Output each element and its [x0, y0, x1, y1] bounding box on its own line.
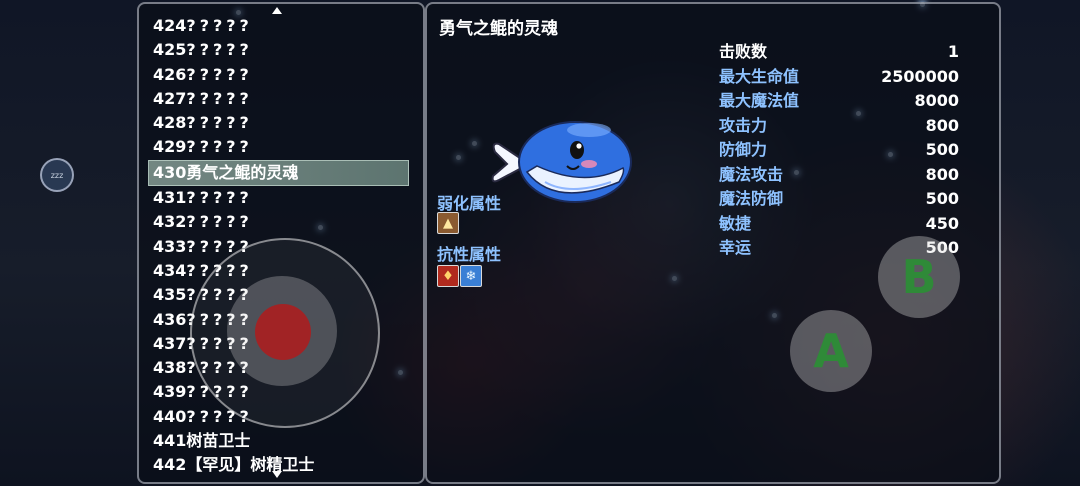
b-button-label: B [901, 250, 937, 304]
stat-value: 500 [925, 140, 959, 159]
entry-name: ????? [186, 113, 253, 133]
entry-number: 424 [153, 16, 187, 35]
weak-attribute-label: 弱化属性 [437, 194, 502, 213]
virtual-joystick-knob[interactable] [255, 304, 311, 360]
monster-entry[interactable]: 431????? [151, 186, 413, 210]
stat-label: 攻击力 [719, 115, 768, 135]
sleep-label: zzz [50, 170, 64, 180]
stat-value: 500 [925, 189, 959, 208]
stat-value: 1 [947, 42, 959, 61]
entry-name: ????? [186, 88, 253, 108]
fire-element-icon: ♦ [437, 265, 459, 287]
entry-number: 432 [153, 212, 187, 232]
entry-name: ????? [186, 137, 253, 157]
stat-label: 防御力 [719, 140, 768, 159]
entry-number: 437 [153, 333, 187, 353]
stat-row: 攻击力 800 [719, 114, 959, 139]
entry-name: ????? [186, 40, 253, 60]
monster-entry[interactable]: 432????? [151, 210, 413, 234]
entry-number: 434 [153, 260, 187, 280]
stat-row: 魔法防御 500 [719, 187, 959, 212]
monster-stats-table: 击败数 1 最大生命值 2500000 最大魔法值 8000 攻击力 800 防御力 500 魔法攻… [719, 40, 959, 261]
entry-number: 425 [153, 40, 187, 60]
monster-entry[interactable]: 425????? [151, 38, 413, 62]
entry-number: 441 [153, 431, 187, 451]
entry-number: 427 [153, 88, 187, 108]
stat-row: 魔法攻击 800 [719, 163, 959, 188]
stat-row: 最大魔法值 8000 [719, 89, 959, 114]
entry-number: 435 [153, 285, 187, 305]
stat-row: 击败数 1 [719, 40, 959, 65]
resist-attribute-label: 抗性属性 [437, 245, 502, 264]
stat-row: 敏捷 450 [719, 212, 959, 237]
a-button-label: A [813, 324, 849, 378]
entry-number: 426 [153, 64, 187, 84]
whale-monster-sprite [491, 121, 632, 203]
monster-entry[interactable]: 429????? [151, 135, 413, 159]
stat-value: 450 [925, 213, 959, 233]
entry-name: ????? [186, 212, 253, 232]
scroll-up-arrow-icon[interactable] [272, 7, 282, 14]
stat-label: 魔法攻击 [719, 164, 784, 184]
b-button[interactable]: B [878, 236, 960, 318]
a-button[interactable]: A [790, 310, 872, 392]
resist-attribute-icons: ♦ ❄ [437, 265, 482, 287]
stat-label: 击败数 [719, 42, 768, 61]
entry-name: ????? [186, 188, 253, 208]
ice-element-icon: ❄ [460, 265, 482, 287]
scroll-down-arrow-icon[interactable] [272, 471, 282, 478]
entry-number: 430 [153, 162, 187, 182]
entry-number: 433 [153, 236, 187, 256]
monster-entry[interactable]: 441树苗卫士 [151, 429, 413, 453]
stat-value: 800 [925, 115, 959, 135]
entry-number: 428 [153, 113, 187, 133]
entry-name: 勇气之鲲的灵魂 [186, 162, 299, 182]
stat-row: 最大生命值 2500000 [719, 65, 959, 90]
entry-number: 440 [153, 406, 187, 426]
stat-label: 最大魔法值 [719, 91, 800, 110]
sleep-button[interactable]: zzz [40, 158, 74, 192]
entry-number: 431 [153, 188, 187, 208]
entry-name: ????? [186, 64, 253, 84]
entry-number: 438 [153, 358, 187, 378]
entry-name: 【罕见】树精卫士 [186, 455, 315, 475]
entry-name: ????? [186, 16, 253, 35]
stat-label: 敏捷 [719, 213, 752, 233]
monster-entry[interactable]: 428????? [151, 111, 413, 135]
weak-attribute-icons: ▲ [437, 212, 459, 234]
stat-value: 800 [925, 164, 959, 184]
entry-number: 439 [153, 382, 187, 402]
entry-number: 442 [153, 455, 187, 475]
stat-value: 2500000 [881, 66, 959, 86]
entry-number: 436 [153, 309, 187, 329]
earth-element-icon: ▲ [437, 212, 459, 234]
stat-label: 魔法防御 [719, 189, 784, 208]
monster-name-title: 勇气之鲲的灵魂 [439, 19, 558, 39]
stat-label: 最大生命值 [719, 66, 800, 86]
monster-entry[interactable]: 426????? [151, 63, 413, 87]
stat-row: 防御力 500 [719, 138, 959, 163]
monster-entry[interactable]: 427????? [151, 87, 413, 111]
entry-number: 429 [153, 137, 187, 157]
monster-entry[interactable]: 424????? [151, 14, 413, 38]
entry-name: 树苗卫士 [186, 431, 251, 451]
stat-value: 8000 [914, 91, 959, 110]
monster-entry-selected[interactable]: 430勇气之鲲的灵魂 [148, 159, 409, 187]
monster-entry[interactable]: 442【罕见】树精卫士 [151, 453, 413, 477]
stat-label: 幸运 [719, 238, 752, 257]
